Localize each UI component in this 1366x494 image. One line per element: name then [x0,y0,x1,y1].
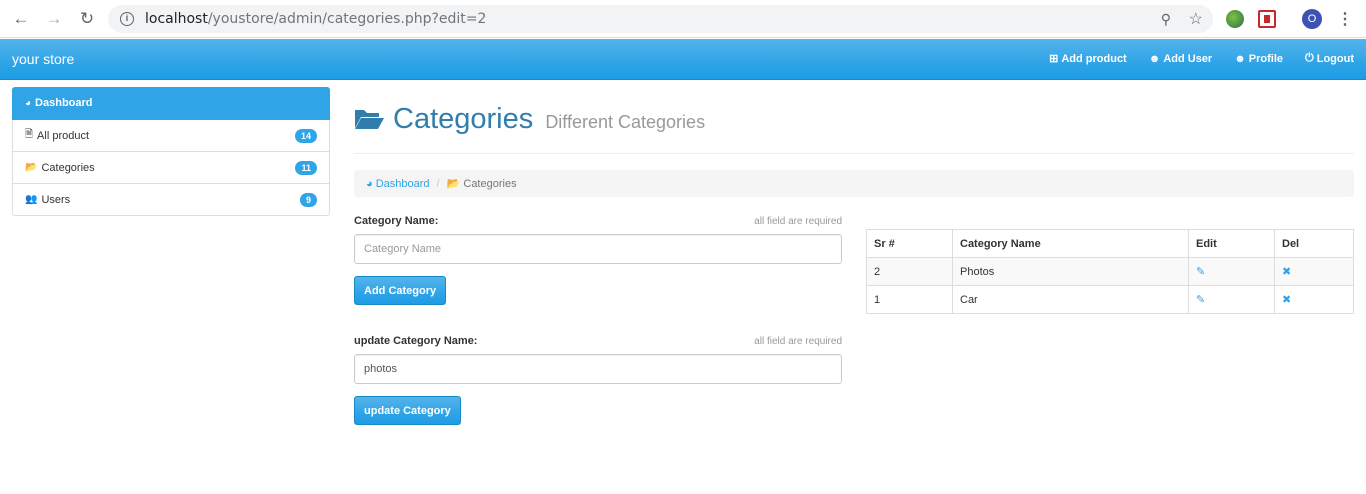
remove-icon[interactable]: ✖ [1282,266,1291,278]
nav-label: Add product [1061,52,1127,65]
column-header: Category Name [952,229,1189,258]
file-icon: 🗎 [25,129,34,140]
nav-label: Logout [1316,52,1354,65]
sidebar-item-dashboard[interactable]: ◕ Dashboard [12,87,330,120]
update-category-name-input[interactable] [354,354,842,384]
plus-square-icon: ⊞ [1049,53,1059,65]
sidebar-item-label: Dashboard [35,97,93,109]
folder-open-icon: 📂 [25,162,38,173]
edit-cell: ✎ [1188,257,1275,286]
required-hint: all field are required [754,216,842,227]
user-icon: ☻ [1234,52,1246,65]
breadcrumb-label: Dashboard [375,177,430,190]
column-header: Del [1274,229,1354,258]
url-host: localhost [145,11,208,27]
browser-toolbar: ← → ↻ i localhost/youstore/admin/categor… [0,0,1366,38]
app-navbar: your store ⊞ Add product ☻ Add User ☻ Profi… [0,39,1366,80]
forward-arrow-icon[interactable]: → [42,7,66,31]
url-path: /youstore/admin/categories.php?edit=2 [207,11,487,27]
sr-cell: 2 [866,257,953,286]
column-header: Sr # [866,229,953,258]
nav-profile[interactable]: ☻ Profile [1234,52,1283,65]
breadcrumb-separator: / [436,177,440,190]
sidebar: ◕ Dashboard 🗎 All product 14 📂 Categorie… [12,87,330,216]
add-category-form: Category Name: all field are required Ad… [354,215,842,305]
power-icon: ⏻ [1305,52,1314,64]
bookmark-star-icon[interactable]: ☆ [1189,9,1203,29]
dashboard-icon: ◕ [366,177,373,190]
table-row: 1 Car ✎ ✖ [866,285,1354,314]
add-category-button[interactable]: Add Category [354,276,447,305]
reload-icon[interactable]: ↻ [75,7,99,31]
info-icon[interactable]: i [120,12,134,26]
back-arrow-icon[interactable]: ← [9,7,33,31]
sidebar-item-categories[interactable]: 📂 Categories 11 [12,152,330,184]
folder-open-icon: 📂 [446,178,461,190]
breadcrumb-current: 📂 Categories [447,177,517,190]
column-header: Edit [1188,229,1275,258]
sr-cell: 1 [866,285,953,314]
extension-globe-icon[interactable] [1226,10,1244,28]
count-badge: 11 [295,161,317,175]
page-title: Categories Different Categories [393,103,705,136]
nav-add-user[interactable]: ☻ Add User [1149,52,1212,65]
required-hint: all field are required [754,336,842,347]
nav-label: Profile [1248,52,1284,65]
table-row: 2 Photos ✎ ✖ [866,257,1354,286]
delete-cell: ✖ [1274,285,1354,314]
sidebar-item-label: All product [37,129,90,142]
extension-shield-icon[interactable] [1258,10,1276,28]
sidebar-item-label: Users [41,193,71,206]
delete-cell: ✖ [1274,257,1354,286]
nav-logout[interactable]: ⏻ Logout [1305,52,1354,65]
page-subtitle: Different Categories [545,112,706,132]
pencil-icon[interactable]: ✎ [1196,294,1205,306]
page-header: Categories Different Categories [354,102,1354,154]
address-bar[interactable]: i localhost/youstore/admin/categories.ph… [108,5,1213,33]
pencil-icon[interactable]: ✎ [1196,266,1205,278]
category-name-cell: Photos [952,257,1189,286]
breadcrumb: ◕ Dashboard / 📂 Categories [354,170,1354,197]
breadcrumb-dashboard-link[interactable]: ◕ Dashboard [366,178,430,190]
sidebar-item-users[interactable]: 👥 Users 9 [12,184,330,216]
nav-label: Add User [1163,52,1213,65]
update-category-form: update Category Name: all field are requ… [354,335,842,425]
sidebar-item-all-product[interactable]: 🗎 All product 14 [12,120,330,152]
browser-menu-icon[interactable]: ⋮ [1337,9,1353,29]
update-category-button[interactable]: update Category [354,396,461,425]
edit-cell: ✎ [1188,285,1275,314]
category-name-input[interactable] [354,234,842,264]
count-badge: 9 [299,193,317,207]
users-icon: 👥 [25,194,38,205]
profile-avatar[interactable]: O [1302,9,1322,29]
url-text[interactable]: localhost/youstore/admin/categories.php?… [145,11,486,27]
navbar-links: ⊞ Add product ☻ Add User ☻ Profile ⏻ Logout [1049,52,1354,65]
brand-link[interactable]: your store [12,51,74,67]
page-title-text: Categories [393,103,534,135]
breadcrumb-label: Categories [463,178,517,190]
categories-table: Sr # Category Name Edit Del 2 Photos ✎ ✖… [866,229,1354,314]
category-name-cell: Car [952,285,1189,314]
sidebar-item-label: Categories [41,161,95,174]
table-header-row: Sr # Category Name Edit Del [866,229,1354,258]
nav-add-product[interactable]: ⊞ Add product [1049,52,1127,66]
dashboard-icon: ◕ [25,97,32,109]
count-badge: 14 [294,129,317,143]
remove-icon[interactable]: ✖ [1282,294,1291,306]
zoom-icon[interactable]: ⚲ [1161,11,1171,28]
folder-open-icon [355,110,384,129]
user-plus-icon: ☻ [1148,52,1161,65]
